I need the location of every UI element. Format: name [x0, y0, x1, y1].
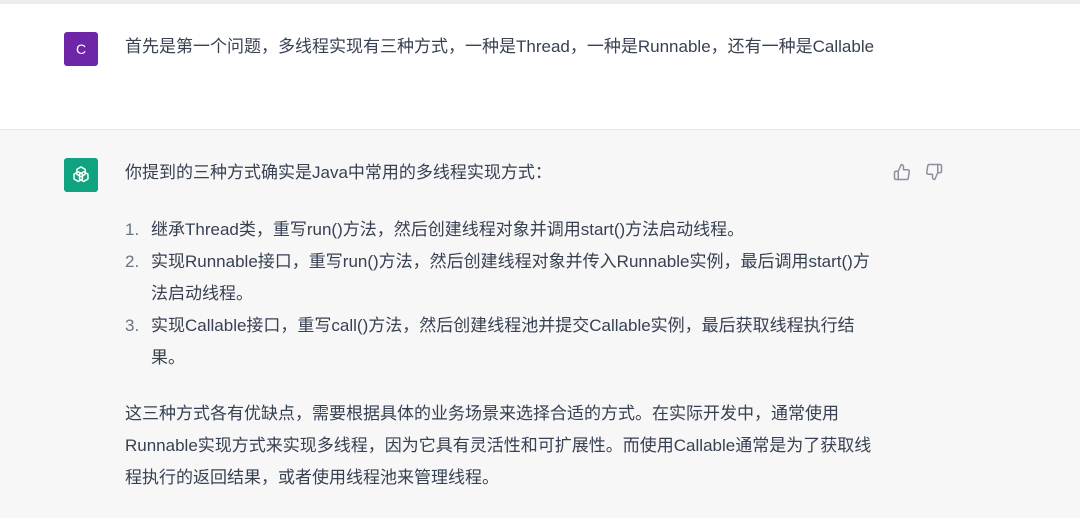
list-item-text: 实现Runnable接口，重写run()方法，然后创建线程对象并传入Runnab… — [151, 252, 870, 303]
list-item-text: 实现Callable接口，重写call()方法，然后创建线程池并提交Callab… — [151, 316, 855, 367]
list-item: 3. 实现Callable接口，重写call()方法，然后创建线程池并提交Cal… — [125, 310, 885, 374]
list-item-text: 继承Thread类，重写run()方法，然后创建线程对象并调用start()方法… — [151, 220, 745, 239]
list-item-number: 2. — [125, 252, 140, 271]
list-item-number: 3. — [125, 316, 140, 335]
openai-logo-icon — [64, 158, 98, 192]
assistant-list: 1. 继承Thread类，重写run()方法，然后创建线程对象并调用start(… — [125, 214, 885, 374]
user-message-text: 首先是第一个问题，多线程实现有三种方式，一种是Thread，一种是Runnabl… — [125, 37, 875, 56]
list-item: 2. 实现Runnable接口，重写run()方法，然后创建线程对象并传入Run… — [125, 246, 885, 310]
assistant-message: 你提到的三种方式确实是Java中常用的多线程实现方式： 1. 继承Thread类… — [0, 130, 1080, 518]
user-message: C 首先是第一个问题，多线程实现有三种方式，一种是Thread，一种是Runna… — [0, 4, 1080, 130]
assistant-intro: 你提到的三种方式确实是Java中常用的多线程实现方式： — [125, 163, 552, 182]
list-item-number: 1. — [125, 220, 140, 239]
assistant-conclusion: 这三种方式各有优缺点，需要根据具体的业务场景来选择合适的方式。在实际开发中，通常… — [125, 404, 872, 487]
user-avatar: C — [64, 32, 98, 66]
list-item: 1. 继承Thread类，重写run()方法，然后创建线程对象并调用start(… — [125, 214, 885, 246]
thumbs-up-icon[interactable] — [892, 162, 912, 182]
thumbs-down-icon[interactable] — [924, 162, 944, 182]
user-avatar-letter: C — [75, 41, 87, 57]
